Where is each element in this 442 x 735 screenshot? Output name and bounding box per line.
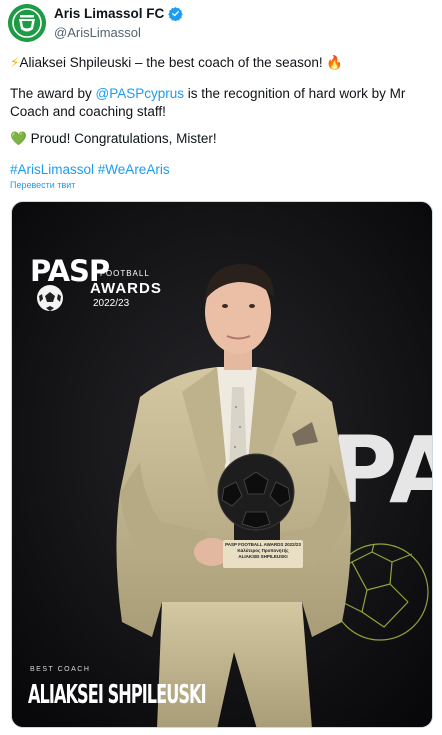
tweet-line-2: The award by @PASPcyprus is the recognit…: [10, 85, 430, 121]
award-plaque: PASP FOOTBALL AWARDS 2022/23 Καλύτερος Π…: [223, 540, 303, 568]
hashtags-line: #ArisLimassol #WeAreAris: [10, 161, 430, 179]
pasp-awards-logo: PASP FOOTBALL AWARDS 2022/23: [30, 254, 161, 314]
plaque-line-3: ALIAKSEI SHPILEUSKI: [238, 554, 288, 559]
football-icon: [37, 285, 63, 311]
tweet-text-line-2-before: The award by: [10, 86, 96, 101]
avatar[interactable]: [8, 4, 46, 42]
author-handle[interactable]: @ArisLimassol: [54, 25, 141, 40]
tweet-text-line-3: Proud! Congratulations, Mister!: [26, 131, 217, 146]
tweet-photo[interactable]: PAS: [11, 201, 433, 728]
hashtag-link[interactable]: #WeAreAris: [98, 162, 170, 177]
author-display-name[interactable]: Aris Limassol FC: [54, 6, 164, 21]
mention-link[interactable]: @PASPcyprus: [96, 86, 184, 101]
author-name-row: Aris Limassol FC: [54, 6, 184, 21]
tweet-card[interactable]: Aris Limassol FC @ArisLimassol ⚡Aliaksei…: [0, 0, 442, 735]
fire-icon: 🔥: [326, 55, 344, 70]
green-heart-icon: 💚: [10, 131, 27, 146]
tweet-text-line-1: Aliaksei Shpileuski – the best coach of …: [19, 55, 327, 70]
verified-badge-icon[interactable]: [168, 6, 184, 21]
pasp-awards-text: AWARDS: [90, 280, 162, 297]
hashtag-link[interactable]: #ArisLimassol: [10, 162, 94, 177]
translate-tweet-link[interactable]: Перевести твит: [10, 180, 75, 190]
pasp-football-text: FOOTBALL: [100, 269, 150, 278]
tweet-line-1: ⚡Aliaksei Shpileuski – the best coach of…: [10, 54, 430, 72]
aris-limassol-crest-icon: [8, 4, 46, 42]
pasp-season-text: 2022/23: [93, 298, 130, 309]
coach-name-caption: ALIAKSEI SHPILEUSKI: [28, 680, 207, 710]
best-coach-caption: BEST COACH: [30, 666, 91, 673]
tweet-line-3: 💚 Proud! Congratulations, Mister!: [10, 130, 430, 148]
